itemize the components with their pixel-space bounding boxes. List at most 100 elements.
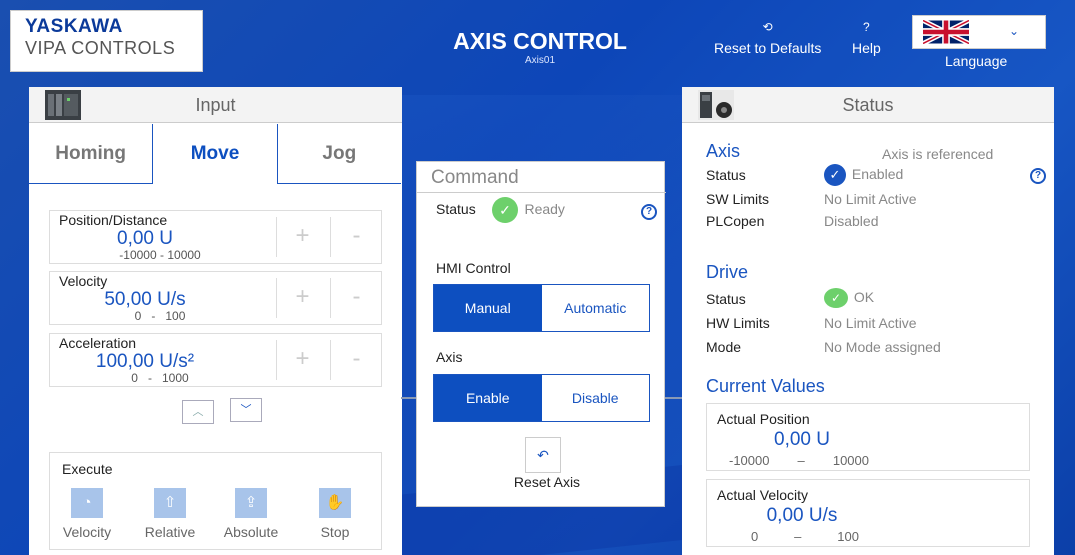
range-separator: - xyxy=(147,371,152,385)
command-panel: Command Status ✓ Ready ? HMI Control Man… xyxy=(416,161,666,507)
hand-stop-icon: ✋ xyxy=(319,488,351,518)
command-status: ✓ Ready xyxy=(492,197,565,223)
execute-label: Velocity xyxy=(62,524,112,540)
reset-defaults-button[interactable]: ⟲ Reset to Defaults xyxy=(714,20,821,56)
axis-section-title: Axis xyxy=(706,141,741,161)
actual-velocity-range: 0 – 100 xyxy=(751,529,859,544)
speedometer-icon: ◔ xyxy=(71,488,103,518)
company-logo: YASKAWA VIPA CONTROLS xyxy=(10,10,203,72)
axis-enable-toggle: Enable Disable xyxy=(433,374,650,422)
range-separator: - xyxy=(151,309,156,323)
increment-button[interactable]: + xyxy=(276,278,328,318)
connector-line xyxy=(665,397,682,399)
tab-homing[interactable]: Homing xyxy=(29,124,153,184)
decrement-button[interactable]: - xyxy=(330,217,382,257)
actual-position-range: -10000 – 10000 xyxy=(729,453,869,468)
language-select[interactable]: ⌄ xyxy=(912,15,1046,49)
manual-button[interactable]: Manual xyxy=(434,285,542,331)
range-min: -10000 xyxy=(119,248,157,262)
execute-group: Execute ◔ Velocity ⇧ Relative ⇪ Absolute… xyxy=(49,452,382,550)
reset-axis-button[interactable]: ↶ xyxy=(525,437,561,473)
position-distance-field: Position/Distance 0,00 U -10000 - 10000 … xyxy=(49,210,382,264)
disable-button[interactable]: Disable xyxy=(542,375,650,421)
hw-limits-label: HW Limits xyxy=(706,315,770,331)
help-icon[interactable]: ? xyxy=(1030,168,1046,184)
tab-move[interactable]: Move xyxy=(152,124,278,184)
input-panel-header: Input xyxy=(29,87,402,123)
sw-limits-label: SW Limits xyxy=(706,191,769,207)
range-separator: – xyxy=(797,453,805,468)
current-values-title: Current Values xyxy=(706,376,825,396)
undo-icon: ↶ xyxy=(537,447,549,463)
param-label: Acceleration xyxy=(59,335,137,351)
axis-name: Axis01 xyxy=(524,55,555,66)
status-panel-header: Status xyxy=(682,87,1054,123)
drive-status-text: OK xyxy=(853,288,875,305)
logo-top-text: YASKAWA xyxy=(25,16,123,37)
status-panel-title: Status xyxy=(842,95,894,115)
actual-position-box: Actual Position 0,00 U -10000 – 10000 xyxy=(706,403,1030,471)
chevron-down-button[interactable]: ﹀ xyxy=(230,398,262,422)
actual-velocity-label: Actual Velocity xyxy=(717,487,809,503)
execute-label: Stop xyxy=(320,524,350,540)
arrow-up-bar-icon: ⇪ xyxy=(235,488,267,518)
input-panel: Input Homing Move Jog Position/Distance … xyxy=(29,87,402,555)
hmi-control-toggle: Manual Automatic xyxy=(433,284,650,332)
help-label: Help xyxy=(852,40,881,56)
check-circle-icon: ✓ xyxy=(824,288,848,308)
increment-button[interactable]: + xyxy=(276,340,328,380)
execute-stop-button[interactable]: ✋ Stop xyxy=(300,488,370,540)
range-max: 100 xyxy=(837,529,859,544)
help-icon[interactable]: ? xyxy=(641,204,657,220)
actual-position-value: 0,00 U xyxy=(774,429,830,450)
actual-velocity-value: 0,00 U/s xyxy=(766,505,838,526)
range-max: 10000 xyxy=(832,453,869,468)
chevron-up-button[interactable]: ︿ xyxy=(182,400,214,424)
range-min: 0 xyxy=(131,371,138,385)
decrement-button[interactable]: - xyxy=(330,278,382,318)
connector-line xyxy=(401,397,417,399)
param-value[interactable]: 0,00 U xyxy=(50,228,240,250)
execute-title: Execute xyxy=(62,461,113,477)
sw-limits-value: No Limit Active xyxy=(824,191,917,207)
param-value[interactable]: 50,00 U/s xyxy=(50,289,240,311)
command-status-label: Status xyxy=(436,201,476,217)
param-label: Velocity xyxy=(59,273,108,289)
help-button[interactable]: ? Help xyxy=(852,20,881,56)
command-status-value: Ready xyxy=(524,201,565,218)
increment-button[interactable]: + xyxy=(276,217,328,257)
actual-position-label: Actual Position xyxy=(717,411,810,427)
input-panel-title: Input xyxy=(195,95,236,115)
enable-button[interactable]: Enable xyxy=(434,375,542,421)
automatic-button[interactable]: Automatic xyxy=(542,285,650,331)
reset-axis-label: Reset Axis xyxy=(513,474,581,490)
arrow-up-outline-icon: ⇧ xyxy=(154,488,186,518)
execute-relative-button[interactable]: ⇧ Relative xyxy=(135,488,205,540)
param-value[interactable]: 100,00 U/s² xyxy=(50,351,240,373)
mode-value: No Mode assigned xyxy=(824,339,941,355)
range-separator: – xyxy=(794,529,802,544)
drive-status-value: ✓ OK xyxy=(824,288,874,308)
execute-label: Absolute xyxy=(223,524,279,540)
reset-defaults-icon: ⟲ xyxy=(762,20,773,34)
actual-velocity-box: Actual Velocity 0,00 U/s 0 – 100 xyxy=(706,479,1030,547)
range-separator: - xyxy=(160,248,164,262)
decrement-button[interactable]: - xyxy=(330,340,382,380)
command-title: Command xyxy=(431,167,519,188)
execute-velocity-button[interactable]: ◔ Velocity xyxy=(52,488,122,540)
velocity-field: Velocity 50,00 U/s 0 - 100 + - xyxy=(49,271,382,325)
param-label: Position/Distance xyxy=(59,212,168,228)
plcopen-value: Disabled xyxy=(824,213,879,229)
range-min: 0 xyxy=(751,529,759,544)
mode-tabs: Homing Move Jog xyxy=(29,124,401,184)
range-max: 10000 xyxy=(167,248,201,262)
plcopen-label: PLCopen xyxy=(706,213,765,229)
hmi-control-label: HMI Control xyxy=(436,260,511,276)
check-circle-icon: ✓ xyxy=(492,197,518,223)
axis-status-text: Enabled xyxy=(851,165,904,182)
execute-absolute-button[interactable]: ⇪ Absolute xyxy=(216,488,286,540)
param-range: 0 - 100 xyxy=(80,309,240,323)
tab-jog[interactable]: Jog xyxy=(277,124,401,184)
param-range: 0 - 1000 xyxy=(80,371,240,385)
reset-defaults-label: Reset to Defaults xyxy=(714,40,822,56)
